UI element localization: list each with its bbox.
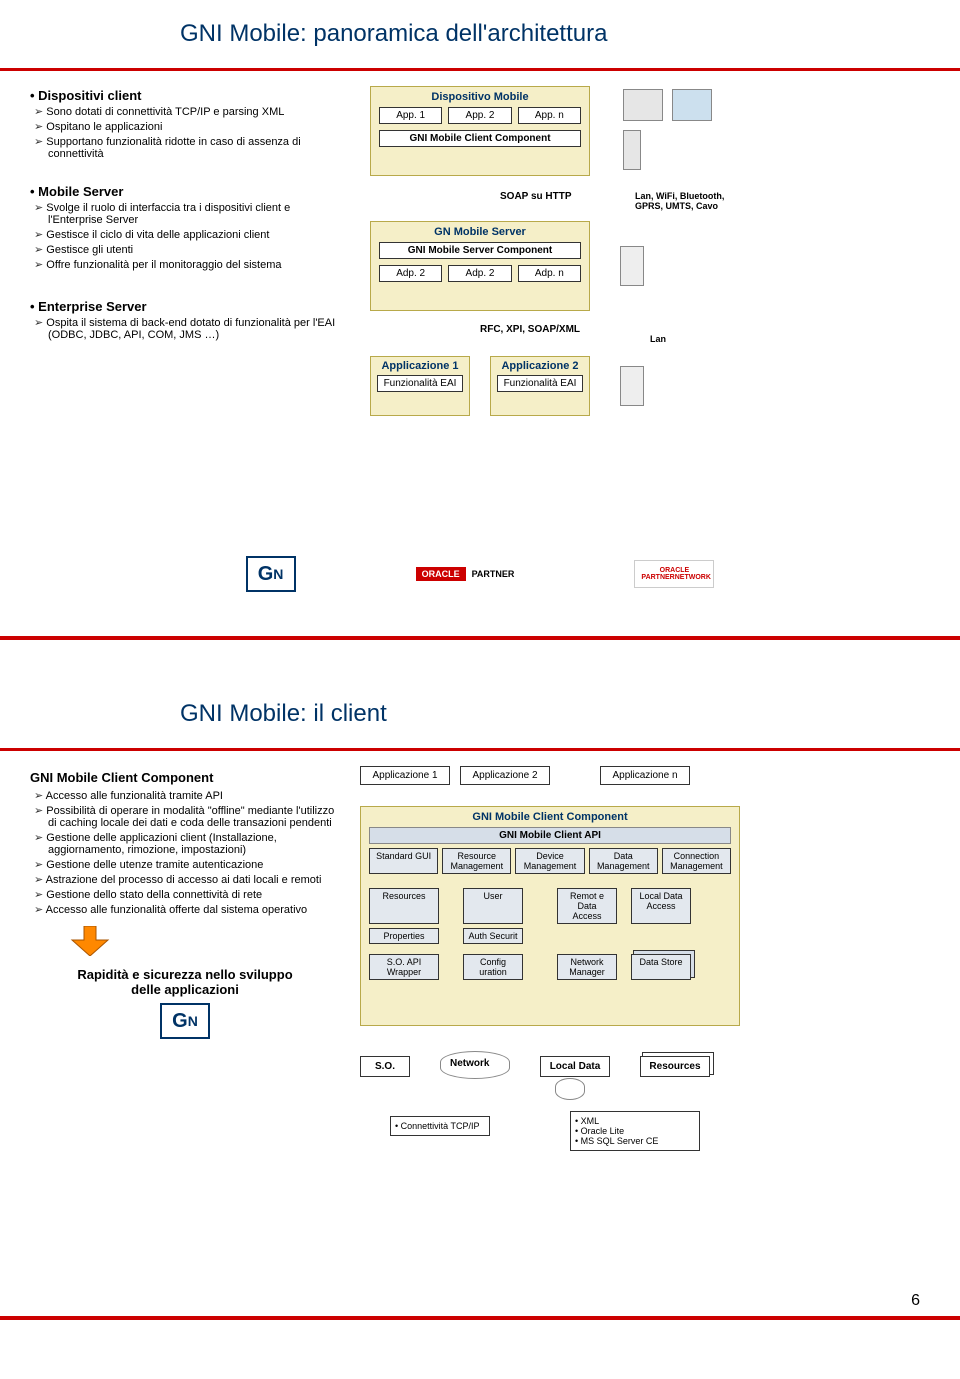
comp-local: Local Data Access (631, 888, 691, 924)
server-icon (620, 246, 644, 286)
comp-devmgmt: Device Management (515, 848, 584, 874)
page-number: 6 (911, 1292, 920, 1310)
comp-resmgmt: Resource Management (442, 848, 511, 874)
partner-row: GN ORACLE PARTNER ORACLE PARTNERNETWORK (30, 556, 930, 592)
b-api: Accesso alle funzionalità tramite API (48, 789, 340, 802)
b-tcpip: Sono dotati di connettività TCP/IP e par… (48, 105, 340, 118)
box-func2: Funzionalità EAI (497, 375, 583, 392)
box-gn-server: GN Mobile Server GNI Mobile Server Compo… (370, 221, 590, 311)
comp-user: User (463, 888, 523, 924)
box-app1: App. 1 (379, 107, 442, 124)
red-divider (0, 68, 960, 71)
down-arrow-icon (70, 926, 110, 956)
comp-dstore: Data Store (631, 954, 691, 980)
box-app2: App. 2 (448, 107, 511, 124)
box-gnim-cc: GNI Mobile Client Component (379, 130, 581, 147)
slide-architecture: GNI Mobile: panoramica dell'architettura… (0, 0, 960, 640)
left-column-2: GNI Mobile Client Component Accesso alle… (30, 766, 340, 1246)
label-dispositivo: Dispositivo Mobile (371, 91, 589, 103)
server2-icon (620, 366, 644, 406)
phone-icon (623, 130, 641, 170)
box-func1: Funzionalità EAI (377, 375, 463, 392)
label-soap: SOAP su HTTP (500, 191, 572, 202)
box-gnimcc-large: GNI Mobile Client Component GNI Mobile C… (360, 806, 740, 1026)
sec-mobile-server: Mobile Server (44, 184, 340, 199)
box-dblist: • XML • Oracle Lite • MS SQL Server CE (570, 1111, 700, 1151)
oracle-partner-text: PARTNER (472, 569, 515, 579)
comp-props: Properties (369, 928, 439, 944)
box-resources: Resources (640, 1056, 710, 1077)
b-astrazione: Astrazione del processo di accesso ai da… (48, 873, 340, 886)
gn-logo-2: GN (160, 1003, 210, 1039)
comp-auth: Auth Securit (463, 928, 523, 944)
sec-enterprise: Enterprise Server (44, 299, 340, 314)
left-column: Dispositivi client Sono dotati di connet… (30, 86, 340, 526)
box-so: S.O. (360, 1056, 410, 1077)
box-adpn: Adp. n (518, 265, 581, 282)
opn-badge: ORACLE PARTNERNETWORK (634, 560, 714, 588)
comp-datamgmt: Data Management (589, 848, 658, 874)
sec-gnimcc: GNI Mobile Client Component (30, 770, 340, 785)
box-dispositivo-mobile: Dispositivo Mobile App. 1 App. 2 App. n … (370, 86, 590, 176)
b-supportano: Supportano funzionalità ridotte in caso … (48, 135, 340, 160)
b-utenti: Gestisce gli utenti (48, 243, 340, 256)
comp-soapi: S.O. API Wrapper (369, 954, 439, 980)
slide-client: GNI Mobile: il client GNI Mobile Client … (0, 680, 960, 1320)
comp-netmgr: Network Manager (557, 954, 617, 980)
diagram-architecture: Dispositivo Mobile App. 1 App. 2 App. n … (360, 86, 930, 526)
slide2-title: GNI Mobile: il client (180, 700, 930, 728)
red-divider-2 (0, 748, 960, 751)
comp-config: Config uration (463, 954, 523, 980)
comp-connmgmt: Connection Management (662, 848, 731, 874)
diagram-client: Applicazione 1 Applicazione 2 Applicazio… (360, 766, 930, 1246)
b-backend: Ospita il sistema di back-end dotato di … (48, 316, 340, 341)
label-cc: GNI Mobile Client Component (369, 811, 731, 823)
label-rfc: RFC, XPI, SOAP/XML (480, 324, 580, 335)
net-cylinder: Network (440, 1051, 510, 1079)
box-adp2: Adp. 2 (448, 265, 511, 282)
b-gestione-app: Gestione delle applicazioni client (Inst… (48, 831, 340, 856)
sec-dispositivi: Dispositivi client (44, 88, 340, 103)
label-gnserver: GN Mobile Server (371, 226, 589, 238)
oracle-partner-badge: ORACLE PARTNER (416, 567, 515, 581)
label-lan: Lan (650, 334, 666, 344)
callout-rapidita: Rapidità e sicurezza nello sviluppo dell… (65, 967, 305, 997)
b-ospitano: Ospitano le applicazioni (48, 120, 340, 133)
b-connettivita: Gestione dello stato della connettività … (48, 888, 340, 901)
box-adp1: Adp. 2 (379, 265, 442, 282)
box-gnimscmp: GNI Mobile Server Component (379, 242, 581, 259)
box-appnb: Applicazione n (600, 766, 690, 785)
box-appl1: Applicazione 1 Funzionalità EAI (370, 356, 470, 416)
box-app2b: Applicazione 2 (460, 766, 550, 785)
gn-logo: GN (246, 556, 296, 592)
label-conn1: Lan, WiFi, Bluetooth, GPRS, UMTS, Cavo (635, 191, 725, 211)
label-appl2: Applicazione 2 (491, 360, 589, 372)
db-cylinder (555, 1078, 585, 1100)
comp-gui: Standard GUI (369, 848, 438, 874)
oracle-logo: ORACLE (416, 567, 466, 581)
b-so: Accesso alle funzionalità offerte dal si… (48, 903, 340, 916)
b-utenze: Gestione delle utenze tramite autenticaz… (48, 858, 340, 871)
box-app1b: Applicazione 1 (360, 766, 450, 785)
b-offline: Possibilità di operare in modalità "offl… (48, 804, 340, 829)
b-monitoraggio: Offre funzionalità per il monitoraggio d… (48, 258, 340, 271)
label-appl1: Applicazione 1 (371, 360, 469, 372)
slide1-title: GNI Mobile: panoramica dell'architettura (180, 20, 930, 48)
box-appn: App. n (518, 107, 581, 124)
box-appl2: Applicazione 2 Funzionalità EAI (490, 356, 590, 416)
laptop-icon (672, 89, 712, 121)
box-tcpip: • Connettività TCP/IP (390, 1116, 490, 1136)
label-api: GNI Mobile Client API (369, 827, 731, 844)
comp-remote: Remot e Data Access (557, 888, 617, 924)
b-ciclo: Gestisce il ciclo di vita delle applicaz… (48, 228, 340, 241)
device-icons (620, 86, 715, 176)
b-interfaccia: Svolge il ruolo di interfaccia tra i dis… (48, 201, 340, 226)
comp-resources: Resources (369, 888, 439, 924)
box-localdata: Local Data (540, 1056, 610, 1077)
pda-icon (623, 89, 663, 121)
